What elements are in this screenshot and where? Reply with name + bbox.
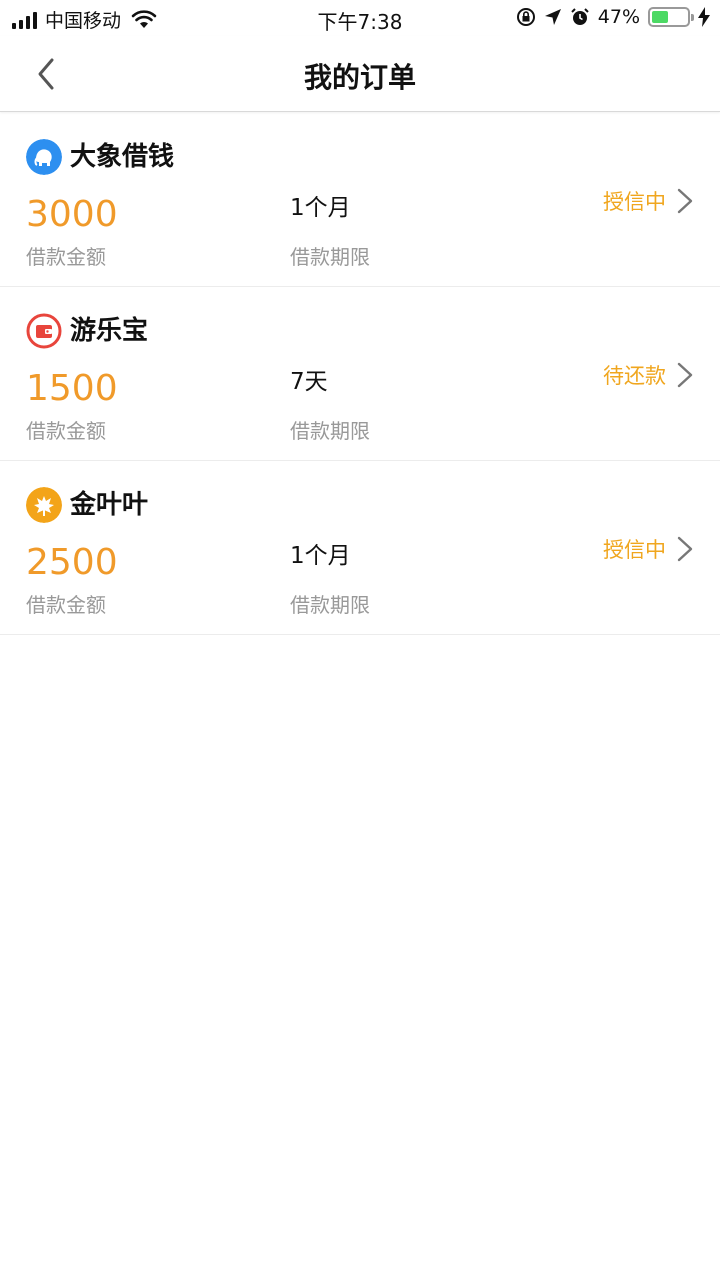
wallet-icon [26,313,62,349]
lender-name: 金叶叶 [70,490,149,520]
loan-term-label: 借款期限 [290,419,370,443]
loan-term-label: 借款期限 [290,593,370,617]
order-status: 待还款 [603,364,666,388]
loan-amount: 3000 [26,194,118,235]
lender-name: 游乐宝 [70,316,149,346]
order-status: 授信中 [603,190,666,214]
location-arrow-icon [544,9,561,25]
chevron-right-icon[interactable] [676,535,694,563]
orientation-lock-icon [516,8,535,26]
leaf-icon [26,487,62,523]
order-status: 授信中 [603,538,666,562]
order-item[interactable]: 游乐宝 1500 借款金额 7天 借款期限 待还款 [0,287,720,461]
loan-amount: 2500 [26,542,118,583]
loan-term: 1个月 [290,195,351,221]
page-title: 我的订单 [303,61,416,94]
order-list: 大象借钱 3000 借款金额 1个月 借款期限 授信中 游乐宝 1500 借款金… [0,113,720,635]
loan-term: 7天 [290,369,328,395]
charging-bolt-icon [698,7,710,27]
battery-percent: 47% [597,6,640,28]
loan-amount: 1500 [26,368,118,409]
chevron-right-icon[interactable] [676,361,694,389]
loan-amount-label: 借款金额 [26,245,106,269]
alarm-icon [571,8,589,25]
order-item[interactable]: 金叶叶 2500 借款金额 1个月 借款期限 授信中 [0,461,720,635]
loan-term-label: 借款期限 [290,245,370,269]
nav-bar: 我的订单 [0,36,720,112]
loan-term: 1个月 [290,543,351,569]
lender-name: 大象借钱 [70,142,175,172]
status-bar: 中国移动 下午7:38 47% [0,0,720,36]
battery-icon [648,7,694,27]
elephant-icon [26,139,62,175]
loan-amount-label: 借款金额 [26,593,106,617]
loan-amount-label: 借款金额 [26,419,106,443]
chevron-right-icon[interactable] [676,187,694,215]
order-item[interactable]: 大象借钱 3000 借款金额 1个月 借款期限 授信中 [0,113,720,287]
